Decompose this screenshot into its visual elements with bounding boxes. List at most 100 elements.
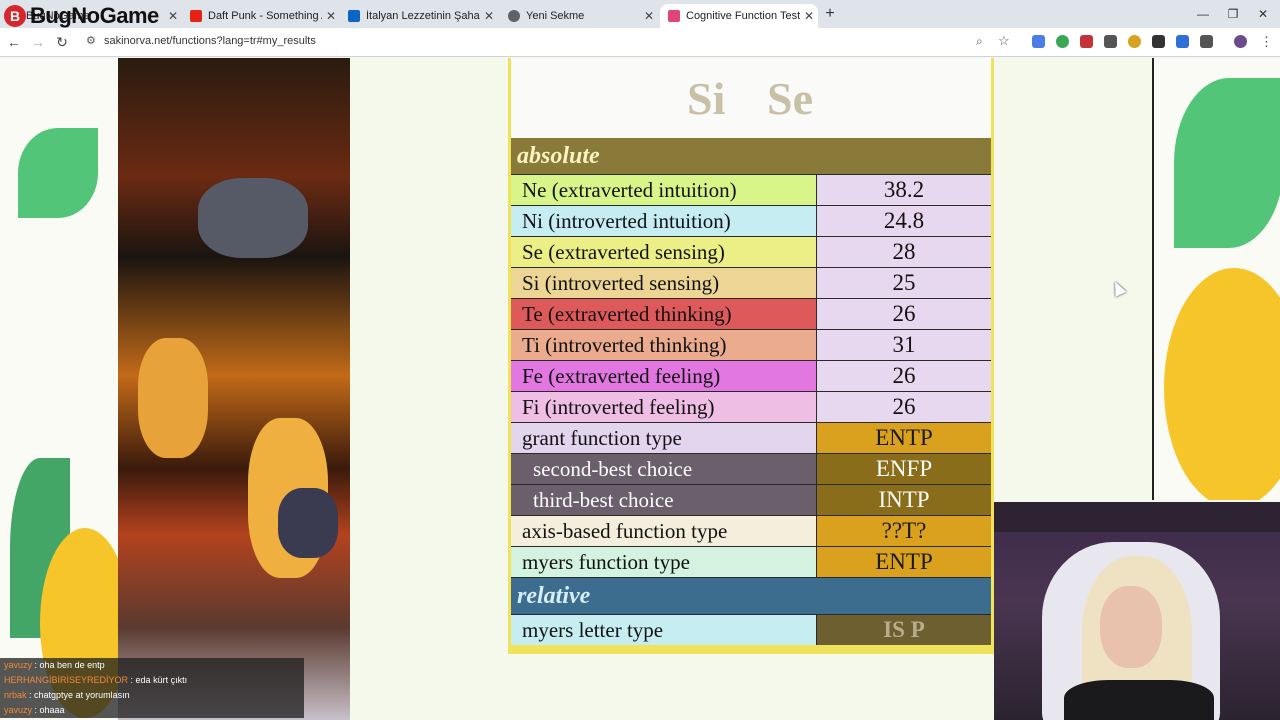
extension-icon[interactable]	[1128, 35, 1141, 48]
streamer-clothing	[1064, 680, 1214, 720]
second-choice-row: second-best choice ENFP	[511, 453, 991, 484]
function-row: Fe (extraverted feeling) 26	[511, 360, 991, 391]
shield-extension-icon[interactable]	[1056, 35, 1069, 48]
chat-text: : ohaaa	[34, 705, 65, 715]
tab-strip: BugNoGame ✕ Daft Punk - Something About …	[0, 0, 1280, 28]
zoom-icon[interactable]: ⌕	[976, 34, 983, 49]
function-row: Si (introverted sensing) 25	[511, 267, 991, 298]
tab-daft-punk[interactable]: Daft Punk - Something About Us ✕	[182, 4, 340, 28]
stream-chat: yavuzy : oha ben de entp HERHANGİBİRİSEY…	[0, 658, 304, 720]
function-score: 24.8	[817, 206, 991, 236]
url-text: sakinorva.net/functions?lang=tr#my_resul…	[104, 35, 316, 47]
function-label: Te (extraverted thinking)	[511, 299, 817, 329]
leaf-drawing	[1174, 78, 1280, 248]
function-label: Fe (extraverted feeling)	[511, 361, 817, 391]
axis-type-row: axis-based function type ??T?	[511, 515, 991, 546]
function-label: Fi (introverted feeling)	[511, 392, 817, 422]
site-favicon	[668, 10, 680, 22]
video-frame-shape	[138, 338, 208, 458]
leaf-drawing	[18, 128, 98, 218]
profile-avatar[interactable]	[1234, 35, 1247, 48]
chrome-icon	[508, 10, 520, 22]
results-panel: Si Se absolute Ne (extraverted intuition…	[508, 58, 994, 654]
background-illustration-right	[1152, 58, 1280, 500]
linkedin-icon	[348, 10, 360, 22]
function-score: 26	[817, 299, 991, 329]
translate-extension-icon[interactable]	[1032, 35, 1045, 48]
grant-type-row: grant function type ENTP	[511, 422, 991, 453]
function-label: Se (extraverted sensing)	[511, 237, 817, 267]
tab-new-tab[interactable]: Yeni Sekme ✕	[500, 4, 658, 28]
function-score: 26	[817, 392, 991, 422]
chat-message: nrbak : chatgptye at yorumlasın	[0, 688, 304, 703]
extension-icon[interactable]	[1104, 35, 1117, 48]
chat-message: yavuzy : oha ben de entp	[0, 658, 304, 673]
lemon-drawing	[1164, 268, 1280, 500]
myers-type-row: myers function type ENTP	[511, 546, 991, 577]
grant-type-label: grant function type	[511, 423, 817, 453]
browser-toolbar: ← → ↻ ⚙ sakinorva.net/functions?lang=tr#…	[0, 28, 1280, 57]
minimize-button[interactable]: —	[1188, 4, 1218, 24]
chat-username: HERHANGİBİRİSEYREDİYOR	[4, 675, 129, 685]
function-score: 28	[817, 237, 991, 267]
chat-text: : eda kürt çıktı	[130, 675, 188, 685]
grant-type-value: ENTP	[817, 423, 991, 453]
tab-cognitive-test[interactable]: Cognitive Function Test (Grant/Beebe) ✕	[660, 4, 818, 28]
close-tab-icon[interactable]: ✕	[164, 9, 182, 23]
video-frame-shape	[278, 488, 338, 558]
relative-heading: relative	[511, 577, 991, 614]
myers-letter-label: myers letter type	[511, 615, 817, 645]
second-choice-value: ENFP	[817, 454, 991, 484]
mouse-cursor-icon	[1109, 279, 1127, 297]
function-row: Ne (extraverted intuition) 38.2	[511, 174, 991, 205]
absolute-heading: absolute	[511, 138, 991, 174]
address-bar[interactable]: ⚙ sakinorva.net/functions?lang=tr#my_res…	[80, 31, 1020, 53]
tab-title: Daft Punk - Something About Us	[208, 10, 322, 22]
myers-type-label: myers function type	[511, 547, 817, 577]
function-label: Si (introverted sensing)	[511, 268, 817, 298]
close-tab-icon[interactable]: ✕	[800, 9, 818, 23]
new-tab-button[interactable]: +	[820, 4, 840, 24]
top-letters-panel: Si Se	[511, 58, 991, 138]
function-score: 31	[817, 330, 991, 360]
function-score: 25	[817, 268, 991, 298]
function-row: Ni (introverted intuition) 24.8	[511, 205, 991, 236]
letter-si: Si	[687, 73, 726, 124]
streamer-face	[1100, 586, 1162, 668]
maximize-button[interactable]: ❐	[1218, 4, 1248, 24]
function-label: Ne (extraverted intuition)	[511, 175, 817, 205]
chat-username: nrbak	[4, 690, 27, 700]
tab-title: İtalyan Lezzetinin Şahanesi Tiramisu	[366, 10, 480, 22]
close-tab-icon[interactable]: ✕	[322, 9, 340, 23]
chat-message: yavuzy : ohaaa	[0, 703, 304, 718]
reload-button[interactable]: ↻	[52, 32, 72, 52]
extension-icon[interactable]	[1080, 35, 1093, 48]
myers-letter-value: IS P	[817, 615, 991, 645]
myers-letter-row: myers letter type IS P	[511, 614, 991, 645]
forward-button[interactable]: →	[28, 32, 48, 52]
extension-icon[interactable]	[1152, 35, 1165, 48]
music-video-overlay	[118, 58, 350, 720]
tab-title: Yeni Sekme	[526, 10, 585, 22]
close-tab-icon[interactable]: ✕	[480, 9, 498, 23]
back-button[interactable]: ←	[4, 32, 24, 52]
chat-text: : chatgptye at yorumlasın	[29, 690, 130, 700]
site-info-icon[interactable]: ⚙	[86, 34, 96, 47]
puzzle-icon[interactable]	[1200, 35, 1213, 48]
function-row: Ti (introverted thinking) 31	[511, 329, 991, 360]
letter-se: Se	[767, 73, 813, 124]
function-score: 26	[817, 361, 991, 391]
tab-title: Cognitive Function Test (Grant/Beebe)	[686, 10, 800, 22]
stream-logo: B BugNoGame	[4, 2, 159, 30]
webcam-background	[994, 502, 1280, 532]
function-row: Fi (introverted feeling) 26	[511, 391, 991, 422]
close-window-button[interactable]: ✕	[1248, 4, 1278, 24]
youtube-icon	[190, 10, 202, 22]
third-choice-label: third-best choice	[511, 485, 817, 515]
close-tab-icon[interactable]: ✕	[640, 9, 658, 23]
bookmark-star-icon[interactable]: ☆	[998, 33, 1010, 49]
menu-dots-icon[interactable]: ⋮	[1260, 34, 1273, 50]
tab-tiramisu[interactable]: İtalyan Lezzetinin Şahanesi Tiramisu ✕	[340, 4, 498, 28]
extension-icon[interactable]	[1176, 35, 1189, 48]
video-frame-shape	[198, 178, 308, 258]
